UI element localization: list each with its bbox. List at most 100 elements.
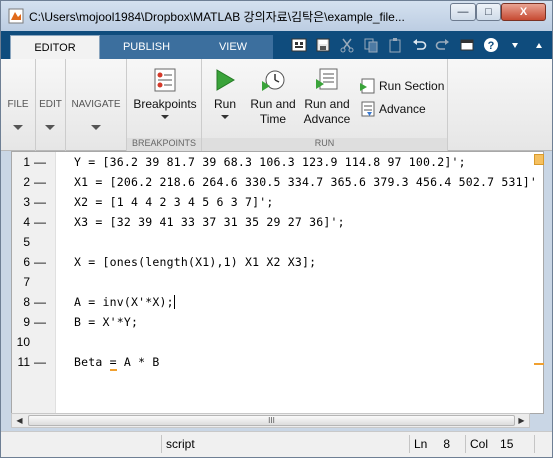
executable-line-marker[interactable]: — [34, 175, 46, 189]
code-line[interactable]: 3 — X2 = [1 4 4 2 3 4 5 6 3 7]'; [12, 192, 532, 212]
edit-label: EDIT [39, 99, 62, 110]
code-text: Y = [36.2 39 81.7 39 68.3 106.3 123.9 11… [74, 155, 466, 169]
breakpoints-button[interactable]: Breakpoints [129, 67, 201, 119]
line-number: 1 [23, 155, 30, 169]
advance-button[interactable]: Advance [359, 101, 426, 117]
code-text: X1 = [206.2 218.6 264.6 330.5 334.7 365.… [74, 175, 538, 189]
svg-text:?: ? [488, 40, 495, 52]
minimize-button[interactable]: — [450, 3, 476, 21]
run-and-time-icon [262, 70, 285, 91]
run-and-advance-icon [316, 68, 338, 90]
copy-icon[interactable] [359, 34, 383, 56]
run-section: Run Run and Time Run and Advance Run Sec… [202, 59, 448, 151]
window-icon[interactable] [455, 34, 479, 56]
code-line[interactable]: 5 [12, 232, 532, 252]
line-number: 2 [23, 175, 30, 189]
status-bar: script Ln 8 Col 15 [1, 431, 552, 457]
cut-icon[interactable] [335, 34, 359, 56]
breakpoints-section: Breakpoints BREAKPOINTS [127, 59, 202, 151]
undo-icon[interactable] [407, 34, 431, 56]
executable-line-marker[interactable]: — [34, 255, 46, 269]
run-and-advance-label-2: Advance [303, 112, 351, 126]
code-text: Beta = A * B [74, 355, 160, 371]
scrollbar-thumb[interactable]: III [28, 415, 515, 426]
file-label: FILE [7, 99, 29, 110]
run-and-time-button[interactable]: Run and Time [248, 67, 298, 127]
breakpoints-label: Breakpoints [133, 97, 197, 111]
code-text: B = X'*Y; [74, 315, 139, 329]
tab-view[interactable]: VIEW [193, 35, 273, 59]
overflow-icon[interactable] [503, 34, 527, 56]
line-number: 10 [16, 335, 30, 349]
grid-icon[interactable] [287, 34, 311, 56]
line-value: 8 [443, 437, 451, 451]
code-line[interactable]: 1 — Y = [36.2 39 81.7 39 68.3 106.3 123.9 … [12, 152, 532, 172]
navigate-section[interactable]: NAVIGATE [66, 59, 127, 151]
column-label: Col [470, 437, 489, 451]
line-number: 3 [23, 195, 30, 209]
executable-line-marker[interactable]: — [34, 155, 46, 169]
chevron-down-icon [45, 125, 55, 130]
paste-icon[interactable] [383, 34, 407, 56]
run-group-label: RUN [202, 138, 447, 151]
expand-icon[interactable] [527, 34, 551, 56]
chevron-down-icon [221, 115, 229, 119]
file-section[interactable]: FILE [1, 59, 36, 151]
window-title: C:\Users\mojool1984\Dropbox\MATLAB 강의자료\… [29, 10, 405, 24]
executable-line-marker[interactable]: — [34, 215, 46, 229]
tab-editor[interactable]: EDITOR [10, 35, 100, 59]
code-line[interactable]: 10 [12, 332, 532, 352]
run-section-button[interactable]: Run Section [359, 78, 444, 94]
column-status: Col 15 [465, 435, 535, 453]
line-number: 5 [23, 235, 30, 249]
breakpoints-group-label: BREAKPOINTS [127, 138, 201, 151]
file-type-status: script [161, 435, 409, 453]
code-line[interactable]: 2 — X1 = [206.2 218.6 264.6 330.5 334.7 36… [12, 172, 537, 192]
code-line[interactable]: 6 — X = [ones(length(X1),1) X1 X2 X3]; [12, 252, 532, 272]
chevron-down-icon [91, 125, 101, 130]
breakpoints-icon [154, 68, 176, 92]
code-text: X = [ones(length(X1),1) X1 X2 X3]; [74, 255, 317, 269]
executable-line-marker[interactable]: — [34, 355, 46, 369]
line-number: 4 [23, 215, 30, 229]
maximize-button[interactable]: □ [476, 3, 501, 21]
scroll-left-arrow-icon[interactable]: ◀ [12, 414, 27, 427]
code-analyzer-status-indicator[interactable] [534, 154, 544, 165]
line-number: 8 [23, 295, 30, 309]
redo-icon[interactable] [431, 34, 455, 56]
code-line[interactable]: 11 — Beta = A * B [12, 352, 532, 372]
code-line[interactable]: 4 — X3 = [32 39 41 33 37 31 35 29 27 36]'; [12, 212, 532, 232]
line-number: 6 [23, 255, 30, 269]
matlab-editor-window: C:\Users\mojool1984\Dropbox\MATLAB 강의자료\… [0, 0, 553, 458]
run-and-advance-label-1: Run and [304, 97, 350, 111]
executable-line-marker[interactable]: — [34, 195, 46, 209]
run-section-label: Run Section [379, 79, 445, 93]
matlab-app-icon [8, 8, 24, 24]
code-text: X2 = [1 4 4 2 3 4 5 6 3 7]'; [74, 195, 274, 209]
code-text: X3 = [32 39 41 33 37 31 35 29 27 36]'; [74, 215, 345, 229]
executable-line-marker[interactable]: — [34, 295, 46, 309]
run-and-time-label-2: Time [259, 112, 287, 126]
run-button[interactable]: Run [207, 67, 243, 119]
warning-underline[interactable]: = [109, 355, 117, 371]
help-icon[interactable]: ? [479, 34, 503, 56]
run-and-advance-button[interactable]: Run and Advance [301, 67, 353, 127]
code-line[interactable]: 7 [12, 272, 532, 292]
tab-publish[interactable]: PUBLISH [100, 35, 193, 59]
code-line[interactable]: 9 — B = X'*Y; [12, 312, 532, 332]
code-editor[interactable]: 1 — Y = [36.2 39 81.7 39 68.3 106.3 123.9 … [11, 151, 544, 415]
warning-marker[interactable] [534, 363, 544, 365]
executable-line-marker[interactable]: — [34, 315, 46, 329]
code-line[interactable]: 8 — A = inv(X'*X); [12, 292, 532, 312]
scroll-right-arrow-icon[interactable]: ▶ [514, 414, 529, 427]
run-icon [216, 69, 235, 91]
close-button[interactable]: X [501, 3, 546, 21]
advance-label: Advance [379, 102, 426, 116]
ribbon-toolstrip: FILE EDIT NAVIGATE Breakpoints BREAKPOIN… [1, 59, 552, 151]
save-icon[interactable] [311, 34, 335, 56]
horizontal-scrollbar[interactable]: ◀ III ▶ [11, 413, 530, 428]
line-number: 9 [23, 315, 30, 329]
edit-section[interactable]: EDIT [36, 59, 66, 151]
chevron-down-icon [13, 125, 23, 130]
line-label: Ln [414, 437, 428, 451]
